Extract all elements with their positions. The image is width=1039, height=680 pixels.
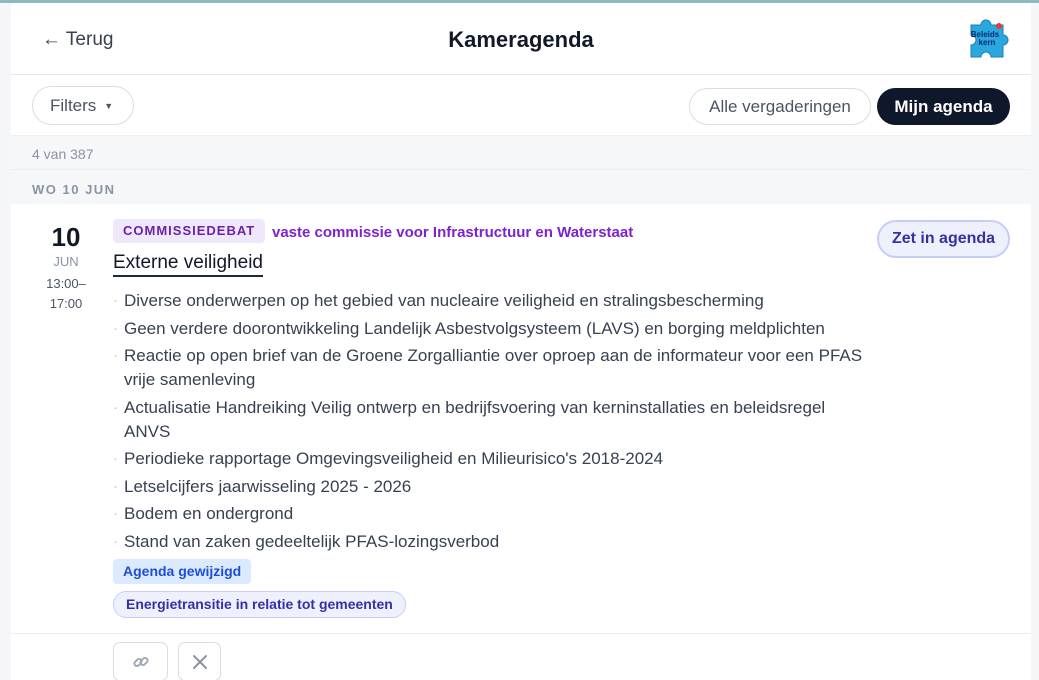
event-actions [11,634,1031,680]
event-time: 13:00– 17:00 [31,274,101,314]
topic-chip[interactable]: Energietransitie in relatie tot gemeente… [113,591,406,618]
day-group-header: WO 10 JUN [11,170,1031,204]
committee-name: vaste commissie voor Infrastructuur en W… [272,224,634,241]
event-date: 10 JUN 13:00– 17:00 [31,222,101,314]
results-count-bar: 4 van 387 [11,136,1031,170]
list-item: Periodieke rapportage Omgevingsveilighei… [113,447,863,471]
puzzle-logo-icon: Beleids kern [970,19,1009,58]
copy-link-button[interactable] [113,642,168,680]
caret-down-icon: ▼ [104,100,114,111]
results-count: 4 van 387 [32,146,94,162]
filters-button[interactable]: Filters ▼ [32,86,134,125]
list-item: Geen verdere doorontwikkeling Landelijk … [113,317,863,341]
beleidskern-logo[interactable]: Beleids kern [967,17,1011,61]
page-header: ← Terug Kameragenda Beleids kern [11,3,1031,75]
event-time-start: 13:00– [46,276,86,291]
agenda-changed-badge: Agenda gewijzigd [113,559,252,584]
event-date-day: 10 [51,222,81,252]
agenda-items-list: Diverse onderwerpen op het gebied van nu… [113,289,863,557]
remove-button[interactable] [178,642,221,680]
toolbar: Filters ▼ Alle vergaderingen Mijn agenda [11,75,1031,136]
event-card: 10 JUN 13:00– 17:00 COMMISSIEDEBAT vaste… [11,204,1031,634]
logo-text-2: kern [979,38,996,47]
add-to-agenda-button[interactable]: Zet in agenda [877,220,1010,258]
list-item: Stand van zaken gedeeltelijk PFAS-lozing… [113,530,863,554]
close-icon [192,654,207,669]
list-item: Letselcijfers jaarwisseling 2025 - 2026 [113,475,863,499]
list-item: Bodem en ondergrond [113,502,863,526]
list-item: Actualisatie Handreiking Veilig ontwerp … [113,396,863,444]
link-icon [132,656,149,667]
list-item: Reactie op open brief van de Groene Zorg… [113,344,863,392]
event-date-month: JUN [53,254,79,269]
event-title[interactable]: Externe veiligheid [113,252,263,277]
my-agenda-button[interactable]: Mijn agenda [877,88,1010,125]
page-title: Kameragenda [448,27,594,52]
event-type-badge: COMMISSIEDEBAT [113,219,266,243]
filters-label: Filters [50,95,97,115]
day-group-label: WO 10 JUN [32,182,116,197]
event-time-end: 17:00 [49,296,83,311]
all-meetings-button[interactable]: Alle vergaderingen [689,88,871,125]
agenda-panel: ← Terug Kameragenda Beleids kern Filters… [11,3,1031,680]
list-item: Diverse onderwerpen op het gebied van nu… [113,289,863,313]
